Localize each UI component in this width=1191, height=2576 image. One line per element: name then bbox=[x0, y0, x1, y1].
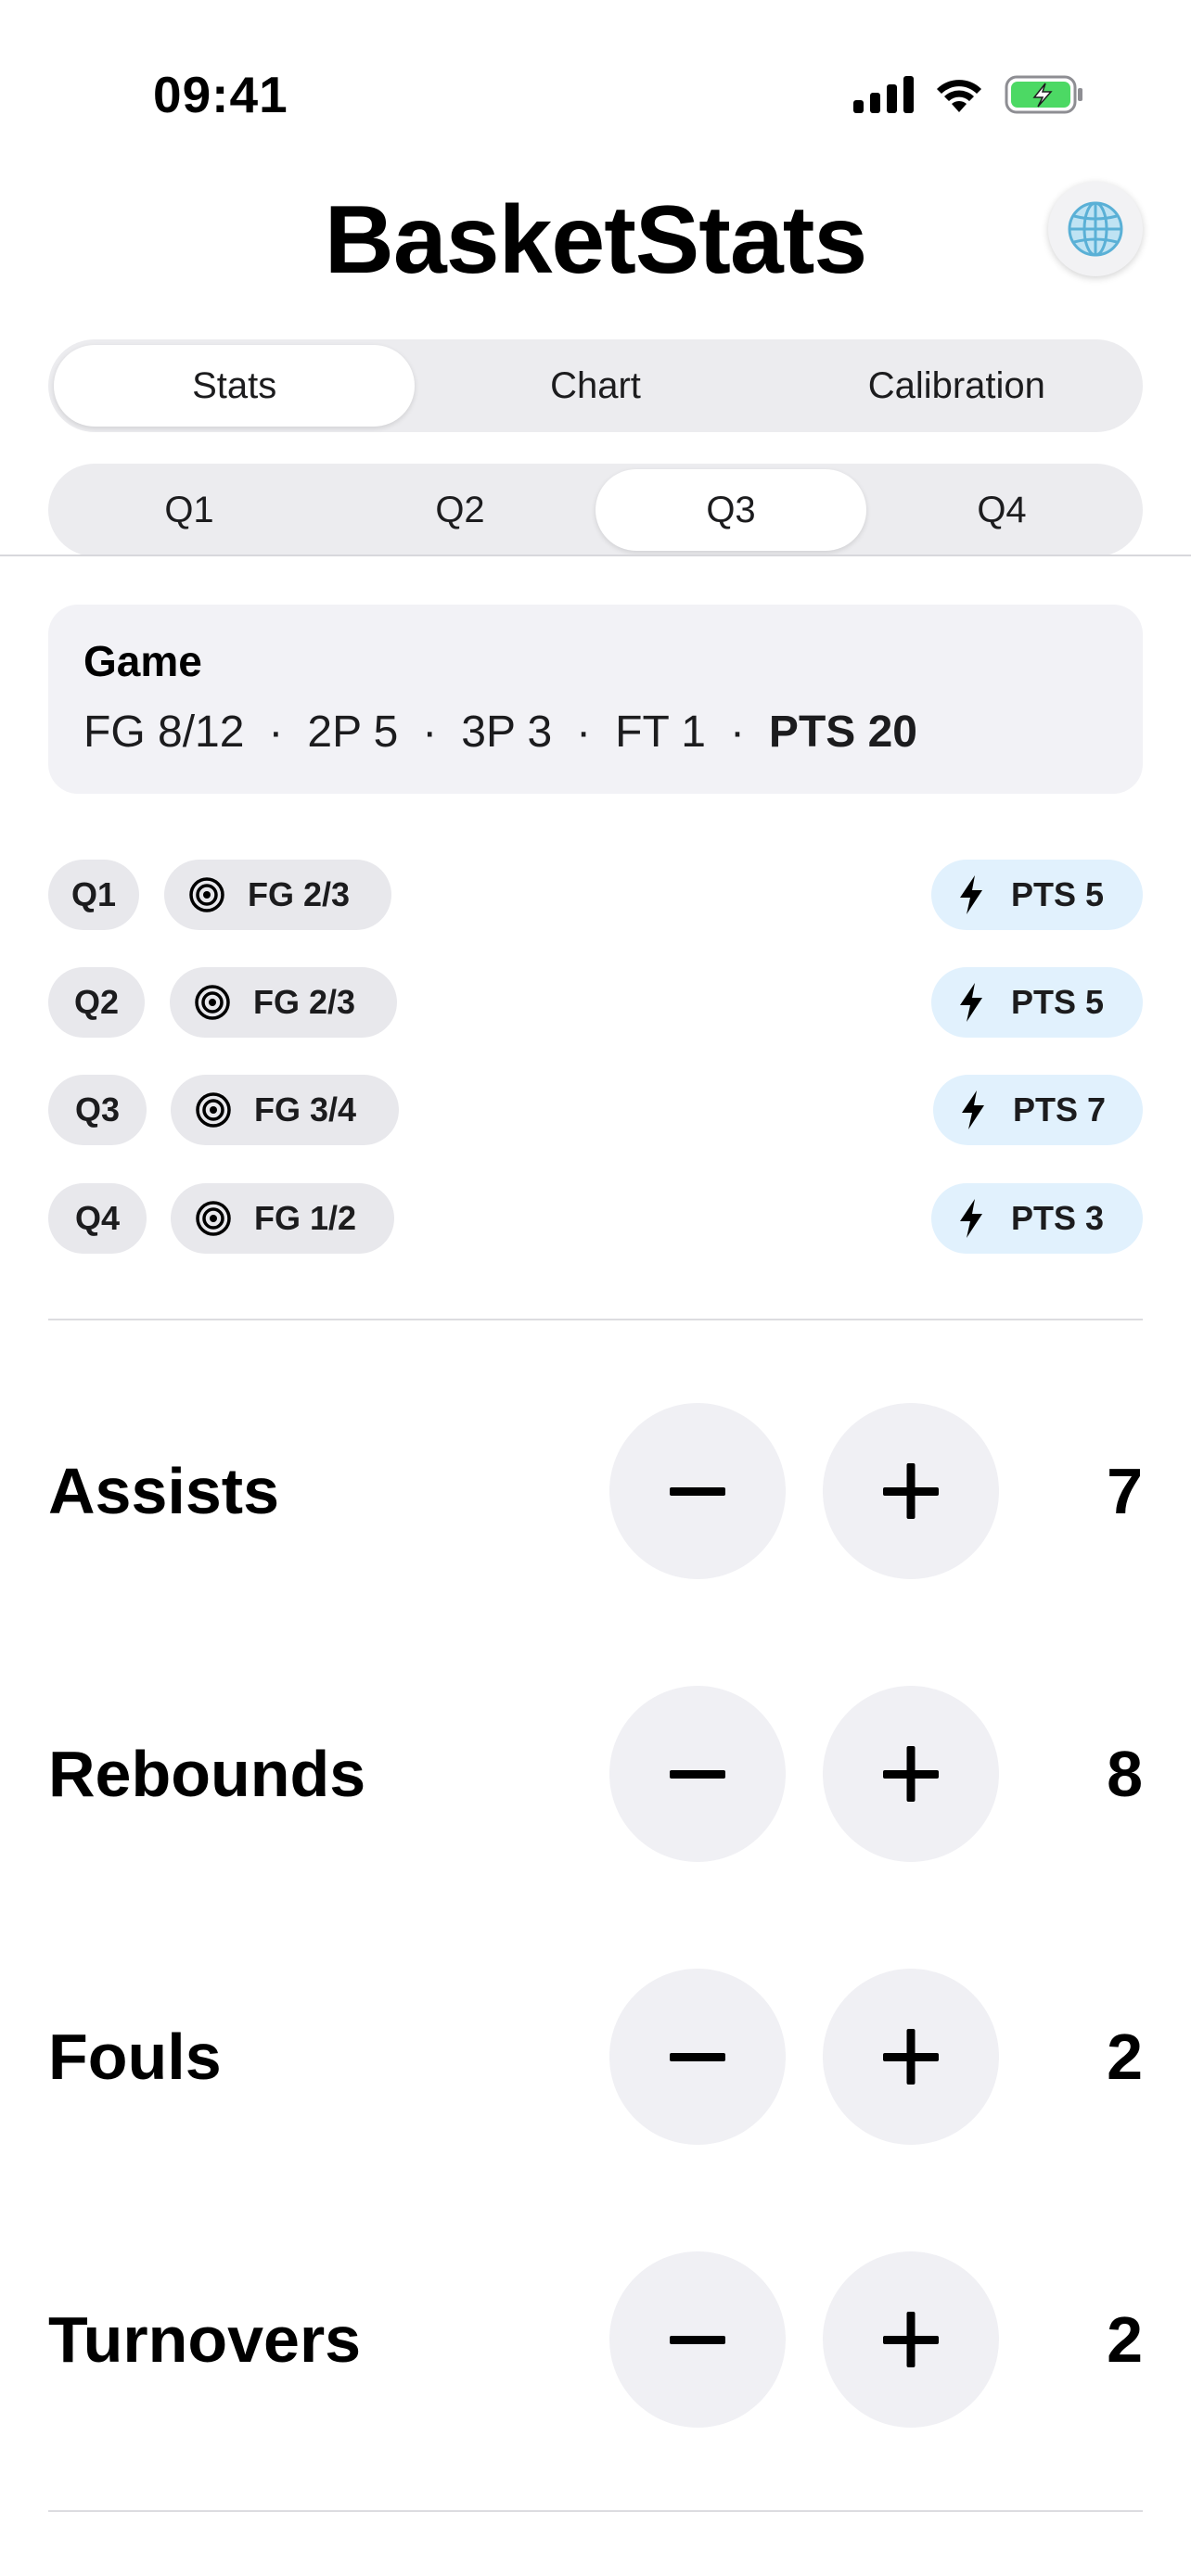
pts-value: PTS 3 bbox=[1011, 1199, 1105, 1237]
quarter-row: Q3 FG 3/4 PTS 7 bbox=[48, 1075, 1143, 1145]
counter-row-fouls: Fouls 2 bbox=[48, 1969, 1143, 2145]
target-icon bbox=[189, 877, 224, 912]
section-divider bbox=[48, 1319, 1143, 1320]
status-icons bbox=[853, 74, 1084, 115]
status-bar: 09:41 bbox=[0, 0, 1191, 185]
pts-value: PTS 5 bbox=[1011, 983, 1105, 1021]
separator-dot: · bbox=[729, 708, 745, 757]
decrement-assists-button[interactable] bbox=[609, 1403, 786, 1579]
counter-label: Rebounds bbox=[48, 1738, 366, 1810]
separator-dot: · bbox=[422, 708, 438, 757]
counter-value: 8 bbox=[1107, 1738, 1143, 1810]
counter-label: Assists bbox=[48, 1455, 280, 1527]
quarter-row: Q4 FG 1/2 PTS 3 bbox=[48, 1183, 1143, 1254]
tab-stats[interactable]: Stats bbox=[54, 345, 416, 427]
increment-rebounds-button[interactable] bbox=[823, 1686, 999, 1862]
decrement-fouls-button[interactable] bbox=[609, 1969, 786, 2145]
game-fg: FG 8/12 bbox=[83, 708, 245, 757]
separator-dot: · bbox=[268, 708, 284, 757]
quarter-tab-bar: Q1 Q2 Q3 Q4 bbox=[48, 464, 1143, 556]
game-card-title: Game bbox=[83, 637, 202, 685]
decrement-rebounds-button[interactable] bbox=[609, 1686, 786, 1862]
pts-chip: PTS 3 bbox=[931, 1183, 1143, 1254]
quarter-chip: Q2 bbox=[48, 967, 145, 1038]
tab-q3[interactable]: Q3 bbox=[596, 469, 866, 551]
battery-icon bbox=[1005, 75, 1082, 114]
bolt-icon bbox=[962, 1090, 984, 1129]
increment-assists-button[interactable] bbox=[823, 1403, 999, 1579]
counter-label: Fouls bbox=[48, 2021, 222, 2093]
globe-icon bbox=[1068, 201, 1123, 257]
language-button[interactable] bbox=[1048, 182, 1143, 276]
quarter-chip: Q3 bbox=[48, 1075, 147, 1145]
pts-value: PTS 5 bbox=[1011, 875, 1105, 913]
main-tab-bar: Stats Chart Calibration bbox=[48, 339, 1143, 432]
wifi-icon bbox=[937, 80, 981, 112]
tab-calibration[interactable]: Calibration bbox=[776, 345, 1137, 427]
quarter-chip: Q1 bbox=[48, 860, 139, 930]
target-icon bbox=[196, 1201, 231, 1236]
bolt-icon bbox=[960, 1199, 982, 1238]
counter-value: 7 bbox=[1107, 1455, 1143, 1527]
screen: 09:41 BasketStats Stats Chart Calibratio… bbox=[0, 0, 1191, 2576]
pts-chip: PTS 5 bbox=[931, 967, 1143, 1038]
pts-chip: PTS 5 bbox=[931, 860, 1143, 930]
plus-icon bbox=[883, 2029, 939, 2085]
fg-value: FG 1/2 bbox=[254, 1199, 357, 1237]
bolt-icon bbox=[960, 875, 982, 914]
header-separator bbox=[0, 555, 1191, 556]
plus-icon bbox=[883, 2312, 939, 2367]
game-stats-line: FG 8/12 · 2P 5 · 3P 3 · FT 1 · PTS 20 bbox=[83, 707, 1108, 758]
fg-chip: FG 3/4 bbox=[171, 1075, 399, 1145]
minus-icon bbox=[670, 2336, 725, 2344]
tab-q4[interactable]: Q4 bbox=[866, 469, 1137, 551]
page-title: BasketStats bbox=[324, 186, 867, 294]
counter-row-assists: Assists 7 bbox=[48, 1403, 1143, 1579]
tab-q1[interactable]: Q1 bbox=[54, 469, 325, 551]
plus-icon bbox=[883, 1746, 939, 1802]
cellular-signal-icon bbox=[853, 76, 914, 113]
fg-value: FG 2/3 bbox=[248, 875, 351, 913]
quarter-row: Q2 FG 2/3 PTS 5 bbox=[48, 967, 1143, 1038]
fg-value: FG 2/3 bbox=[253, 983, 356, 1021]
game-3p: 3P 3 bbox=[461, 708, 553, 757]
tab-q2[interactable]: Q2 bbox=[325, 469, 596, 551]
fg-chip: FG 2/3 bbox=[164, 860, 391, 930]
game-ft: FT 1 bbox=[615, 708, 706, 757]
fg-chip: FG 1/2 bbox=[171, 1183, 394, 1254]
increment-turnovers-button[interactable] bbox=[823, 2251, 999, 2428]
tab-chart[interactable]: Chart bbox=[415, 345, 775, 427]
bolt-icon bbox=[960, 983, 982, 1022]
counter-value: 2 bbox=[1107, 2303, 1143, 2376]
minus-icon bbox=[670, 1770, 725, 1779]
counter-row-rebounds: Rebounds 8 bbox=[48, 1686, 1143, 1862]
quarter-row: Q1 FG 2/3 PTS 5 bbox=[48, 860, 1143, 930]
target-icon bbox=[196, 1092, 231, 1128]
quarter-chip: Q4 bbox=[48, 1183, 147, 1254]
minus-icon bbox=[670, 1487, 725, 1496]
fg-value: FG 3/4 bbox=[254, 1090, 357, 1129]
game-2p: 2P 5 bbox=[307, 708, 399, 757]
game-pts: PTS 20 bbox=[768, 708, 917, 757]
minus-icon bbox=[670, 2053, 725, 2061]
pts-chip: PTS 7 bbox=[933, 1075, 1143, 1145]
game-summary-card: Game FG 8/12 · 2P 5 · 3P 3 · FT 1 · PTS … bbox=[48, 605, 1143, 794]
counter-row-turnovers: Turnovers 2 bbox=[48, 2251, 1143, 2428]
fg-chip: FG 2/3 bbox=[170, 967, 397, 1038]
counter-label: Turnovers bbox=[48, 2303, 362, 2376]
target-icon bbox=[195, 985, 230, 1020]
increment-fouls-button[interactable] bbox=[823, 1969, 999, 2145]
decrement-turnovers-button[interactable] bbox=[609, 2251, 786, 2428]
status-time: 09:41 bbox=[153, 66, 288, 123]
separator-dot: · bbox=[576, 708, 592, 757]
plus-icon bbox=[883, 1463, 939, 1519]
pts-value: PTS 7 bbox=[1013, 1090, 1107, 1129]
counter-value: 2 bbox=[1107, 2021, 1143, 2093]
section-divider bbox=[48, 2510, 1143, 2512]
